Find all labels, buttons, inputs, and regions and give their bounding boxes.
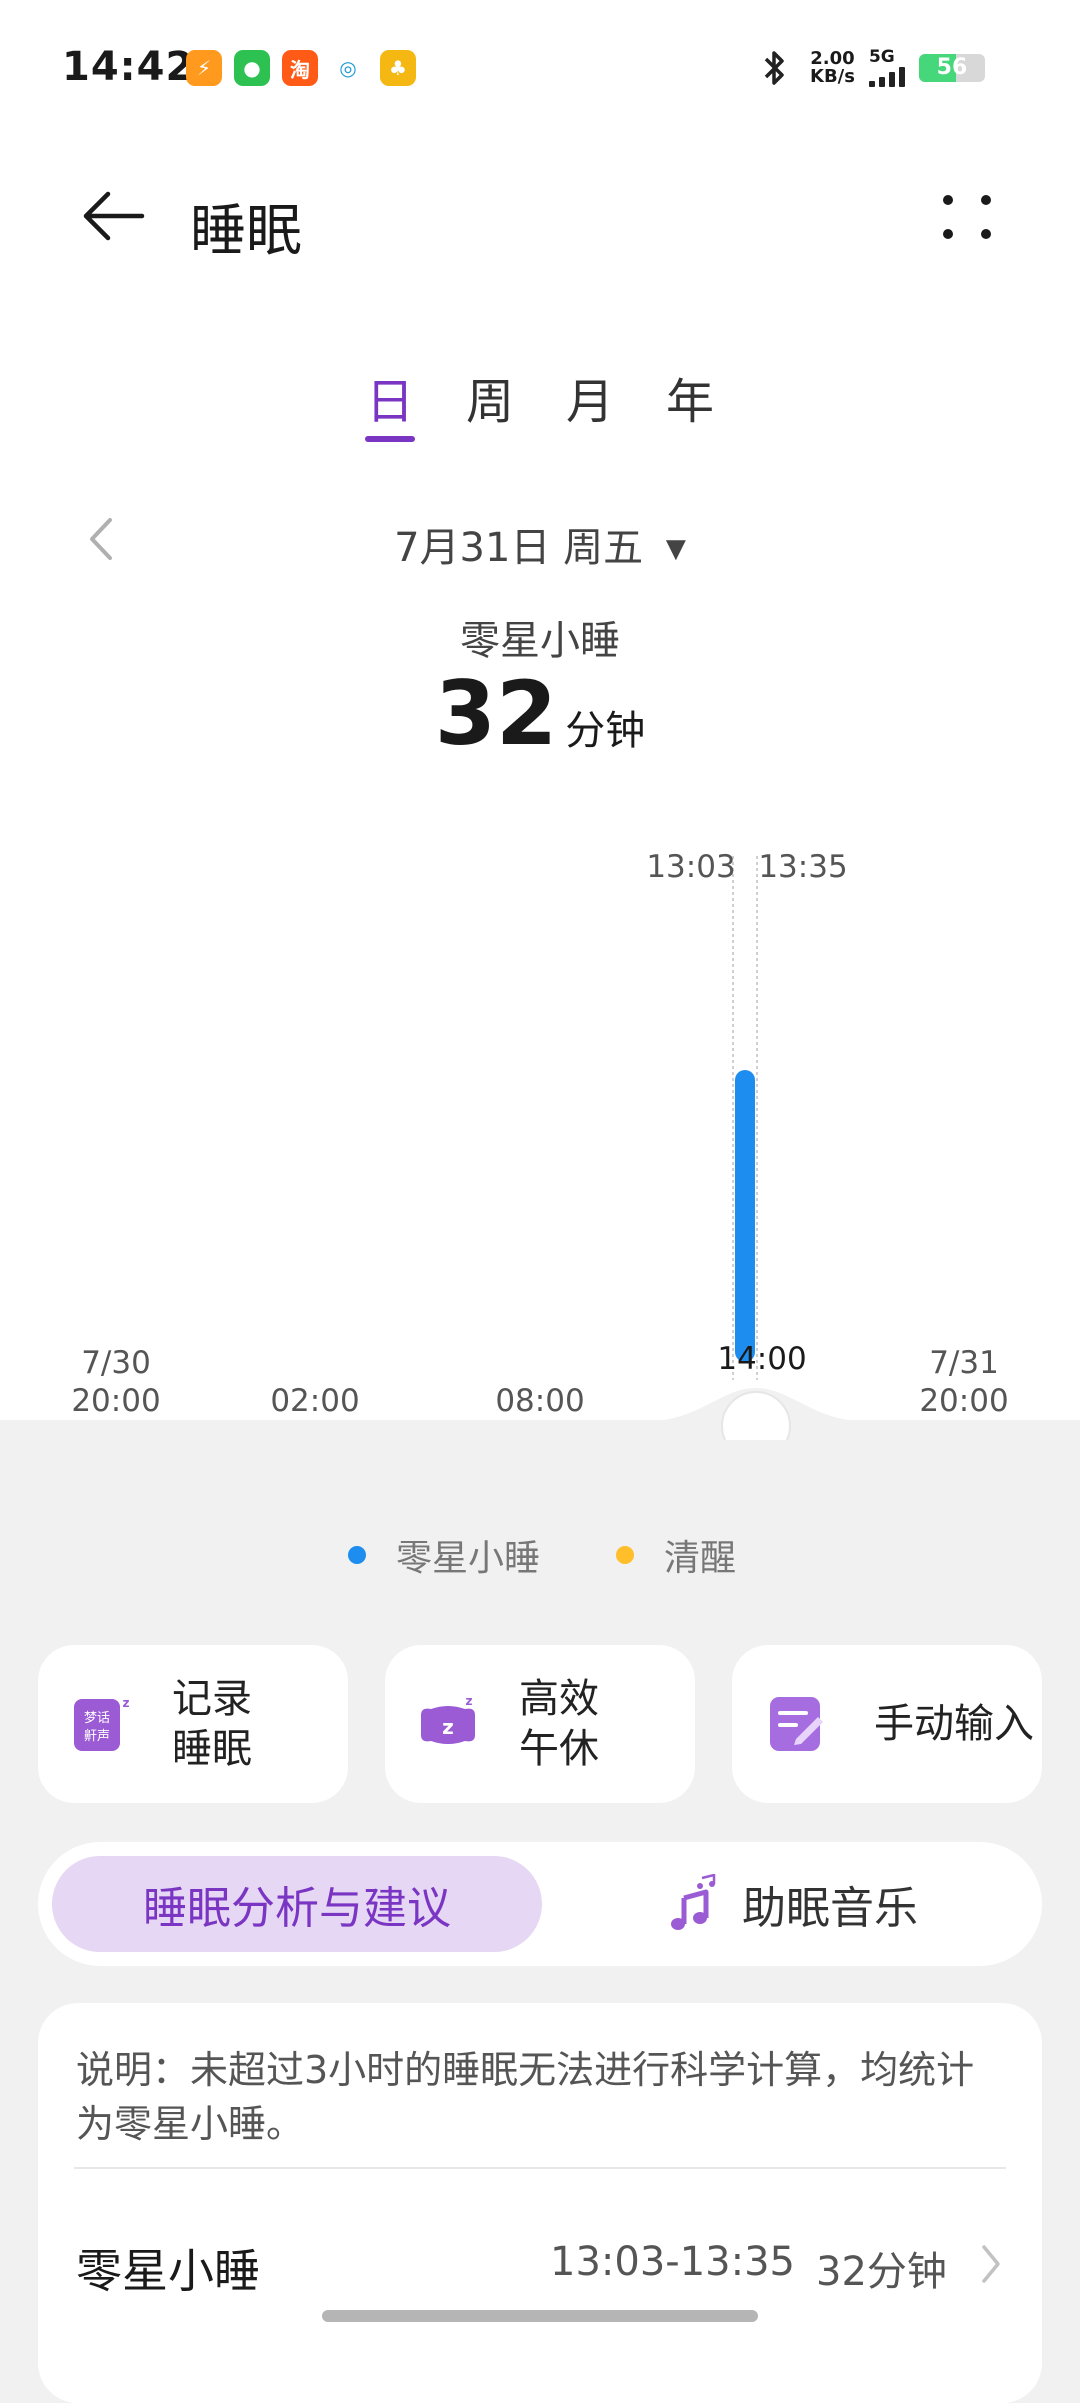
taobao-icon: 淘 — [282, 50, 318, 86]
tab-year[interactable]: 年 — [650, 362, 730, 432]
analysis-music-switch: 睡眠分析与建议 助眠音乐 — [38, 1842, 1042, 1966]
back-arrow-icon[interactable] — [78, 186, 148, 246]
divider — [74, 2167, 1006, 2169]
x-tick-label-3: 14:00 — [717, 1341, 807, 1377]
tab-day[interactable]: 日 — [350, 362, 430, 432]
dream-talk-icon: 梦话 鼾声 z — [74, 1696, 130, 1751]
legend-awake: 清醒 — [616, 1530, 736, 1580]
tab-indicator — [365, 436, 415, 442]
bluetooth-icon — [764, 51, 784, 85]
manual-entry-label: 手动输入 — [874, 1701, 1034, 1747]
legend-awake-label: 清醒 — [664, 1538, 737, 1579]
wechat-icon: ● — [234, 50, 270, 86]
sleep-info-card: 说明：未超过3小时的睡眠无法进行科学计算，均统计为零星小睡。 零星小睡 13:0… — [38, 2003, 1042, 2403]
date-picker[interactable]: 7月31日 周五 ▼ — [350, 515, 730, 573]
legend-nap: 零星小睡 — [348, 1530, 540, 1580]
efficient-nap-card[interactable]: z z 高效 午休 — [385, 1645, 695, 1803]
explanation-note: 说明：未超过3小时的睡眠无法进行科学计算，均统计为零星小睡。 — [76, 2048, 975, 2146]
x-tick-label-4: 7/31 20:00 — [919, 1345, 1009, 1419]
x-tick-label-0: 7/30 20:00 — [71, 1345, 161, 1419]
svg-text:z: z — [123, 1696, 130, 1710]
manual-entry-icon — [770, 1697, 823, 1751]
dropdown-triangle-icon: ▼ — [665, 534, 686, 564]
sleep-music-label: 助眠音乐 — [742, 1883, 918, 1934]
summary-value: 32 分钟 — [340, 662, 740, 765]
music-note-icon — [671, 1874, 716, 1930]
dream-talk-icon-text-1: 梦话 — [84, 1711, 110, 1726]
status-right: 2.00 KB/s 5G 56 — [760, 48, 985, 88]
record-sleep-label-2: 睡眠 — [172, 1726, 252, 1772]
signal-group: 5G — [868, 47, 905, 87]
sprout-app-icon: ♣ — [380, 50, 416, 86]
network-speed: 2.00 KB/s — [810, 50, 855, 86]
legend-nap-dot — [348, 1546, 366, 1564]
summary-number: 32 — [434, 662, 558, 765]
home-indicator[interactable] — [322, 2310, 758, 2322]
battery-icon: 56 — [918, 54, 985, 82]
sleep-bar-0 — [735, 1070, 755, 1362]
record-sleep-label-1: 记录 — [172, 1676, 252, 1722]
nap-record-title[interactable]: 零星小睡 — [76, 2235, 260, 2301]
chevron-right-icon[interactable] — [978, 2241, 1004, 2287]
status-time: 14:42 — [62, 44, 195, 90]
battery-level: 56 — [936, 55, 968, 80]
legend-awake-dot — [616, 1546, 634, 1564]
china-mobile-icon: ◎ — [330, 50, 366, 86]
marker-label-end: 13:35 — [758, 849, 848, 885]
legend-nap-label: 零星小睡 — [396, 1538, 541, 1579]
tab-month[interactable]: 月 — [550, 362, 630, 432]
signal-bars-icon — [868, 65, 905, 87]
efficient-nap-label-2: 午休 — [519, 1726, 599, 1772]
record-sleep-card[interactable]: 梦话 鼾声 z 记录 睡眠 — [38, 1645, 348, 1803]
summary-unit: 分钟 — [565, 708, 646, 754]
tab-sleep-analysis[interactable]: 睡眠分析与建议 — [52, 1856, 542, 1952]
svg-text:z: z — [442, 1715, 454, 1739]
efficient-nap-label-1: 高效 — [519, 1676, 599, 1722]
page-title: 睡眠 — [190, 199, 302, 264]
svg-text:z: z — [466, 1694, 473, 1708]
marker-label-start: 13:03 — [646, 849, 736, 885]
previous-day-icon[interactable] — [84, 514, 118, 564]
network-type: 5G — [868, 47, 895, 67]
nap-record-duration: 32分钟 — [816, 2249, 947, 2295]
date-label: 7月31日 周五 — [394, 525, 644, 571]
x-tick-label-1: 02:00 — [270, 1383, 360, 1419]
more-menu-icon[interactable] — [938, 190, 998, 250]
nap-record-time: 13:03-13:35 — [550, 2239, 795, 2285]
summary-label: 零星小睡 — [460, 618, 620, 664]
dream-talk-icon-text-2: 鼾声 — [84, 1729, 110, 1744]
x-tick-label-2: 08:00 — [495, 1383, 585, 1419]
manual-entry-card[interactable]: 手动输入 — [732, 1645, 1042, 1803]
sports-app-icon: ⚡ — [186, 50, 222, 86]
nap-pillow-icon: z z — [421, 1694, 475, 1744]
network-speed-unit: KB/s — [810, 66, 855, 87]
tab-week[interactable]: 周 — [450, 362, 530, 432]
tab-sleep-music[interactable]: 助眠音乐 — [558, 1856, 1028, 1952]
